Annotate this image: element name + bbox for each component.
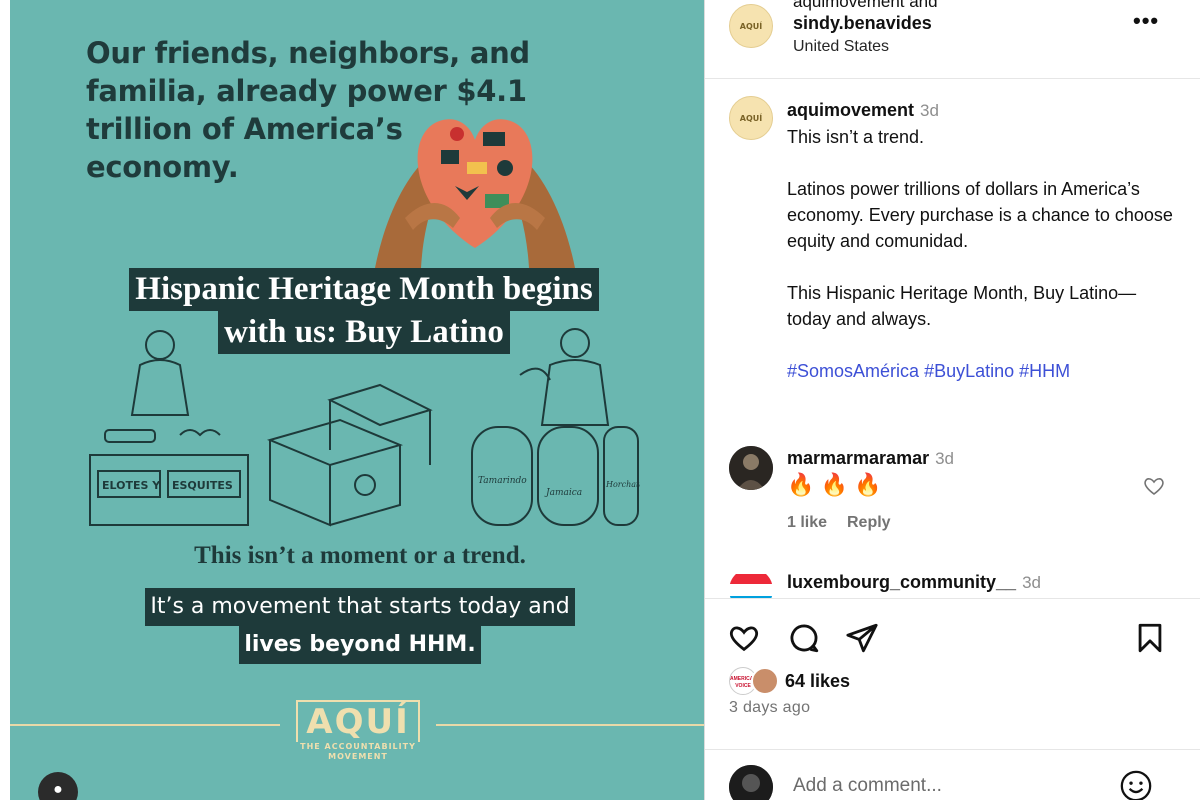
tagged-user-icon[interactable]: ● [38,772,78,800]
comment-like-icon[interactable] [1142,474,1166,498]
post-image[interactable]: Our friends, neighbors, and familia, alr… [10,0,704,800]
divider-left [10,724,280,726]
header-collaborator[interactable]: sindy.benavides [793,13,932,34]
movement-text: It’s a movement that starts today and li… [90,588,630,664]
comment-avatar[interactable] [729,446,773,490]
caption-paragraph: This isn’t a trend. [787,127,925,147]
user-photo-icon [729,765,773,800]
post-side-panel: AQUÍ aquimovement and sindy.benavides Un… [704,0,1200,800]
comment-time: 3d [1022,573,1041,592]
aqui-logo: AQUÍ THE ACCOUNTABILITY MOVEMENT [292,700,424,762]
hashtag-link[interactable]: #BuyLatino [924,361,1014,381]
divider-right [436,724,704,726]
jar-label-tamarindo: Tamarindo [478,476,527,486]
comment-box-divider [705,749,1200,750]
likes-count[interactable]: 64 likes [785,671,850,692]
caption-header: aquimovement 3d [787,100,939,121]
movement-line-2: lives beyond HHM. [239,626,481,664]
post-actions-area: AMERICA'S VOICE 64 likes 3 days ago Add … [705,598,1200,800]
movement-line-1: It’s a movement that starts today and [145,588,575,626]
smiley-icon[interactable] [1119,769,1153,800]
user-photo-icon [729,446,773,490]
comment-text: 🔥 🔥 🔥 [787,472,882,497]
header-avatar[interactable]: AQUÍ [729,4,773,48]
comment-icon[interactable] [787,621,821,655]
jar-label-horchata: Horchata [605,480,640,489]
vendor-illustration: ELOTES Y ESQUITES Tamarindo Jamaica Horc… [89,328,640,527]
add-comment-input[interactable]: Add a comment... [793,775,942,797]
jar-label-jamaica: Jamaica [544,488,582,498]
comment-header: marmarmaramar 3d [787,448,954,469]
more-horizontal-icon: ••• [1133,8,1160,33]
heart-icon[interactable] [727,621,761,655]
comment-username[interactable]: marmarmaramar [787,448,929,468]
liker-avatars[interactable]: AMERICA'S VOICE [729,667,781,697]
header-owner[interactable]: aquimovement and [793,0,938,12]
hashtag-link[interactable]: #SomosAmérica [787,361,919,381]
caption-body: This isn’t a trend. Latinos power trilli… [787,124,1177,410]
banner-line-1: Hispanic Heritage Month begins [129,268,599,311]
logo-subtitle-1: THE ACCOUNTABILITY [300,742,416,751]
caption-time: 3d [920,101,939,120]
stall-sign-left: ELOTES Y [102,479,161,492]
comment-reply-button[interactable]: Reply [847,514,891,532]
caption-avatar[interactable]: AQUÍ [729,96,773,140]
current-user-avatar [729,765,773,800]
post-date[interactable]: 3 days ago [729,699,810,717]
stall-sign-right: ESQUITES [172,479,233,492]
logo-word: AQUÍ [296,700,420,742]
comment-time: 3d [935,449,955,468]
comment-username[interactable]: luxembourg_community__ [787,572,1016,592]
share-icon[interactable] [845,621,879,655]
liker-avatar [751,667,779,695]
caption-hashtags: #SomosAmérica #BuyLatino #HHM [787,358,1177,384]
header-divider [705,78,1200,79]
caption-paragraph: This Hispanic Heritage Month, Buy Latino… [787,283,1137,329]
caption-paragraph: Latinos power trillions of dollars in Am… [787,179,1173,251]
comment-like-count[interactable]: 1 like [787,514,827,532]
caption-username[interactable]: aquimovement [787,100,914,120]
comment-header: luxembourg_community__ 3d [787,572,1041,593]
more-options-button[interactable]: ••• [1133,8,1159,34]
hashtag-link[interactable]: #HHM [1019,361,1070,381]
header-location[interactable]: United States [793,38,889,56]
bookmark-icon[interactable] [1133,621,1167,655]
moment-text: This isn’t a moment or a trend. [194,542,526,569]
heart-hands-illustration [375,119,575,268]
logo-subtitle-2: MOVEMENT [328,752,388,761]
